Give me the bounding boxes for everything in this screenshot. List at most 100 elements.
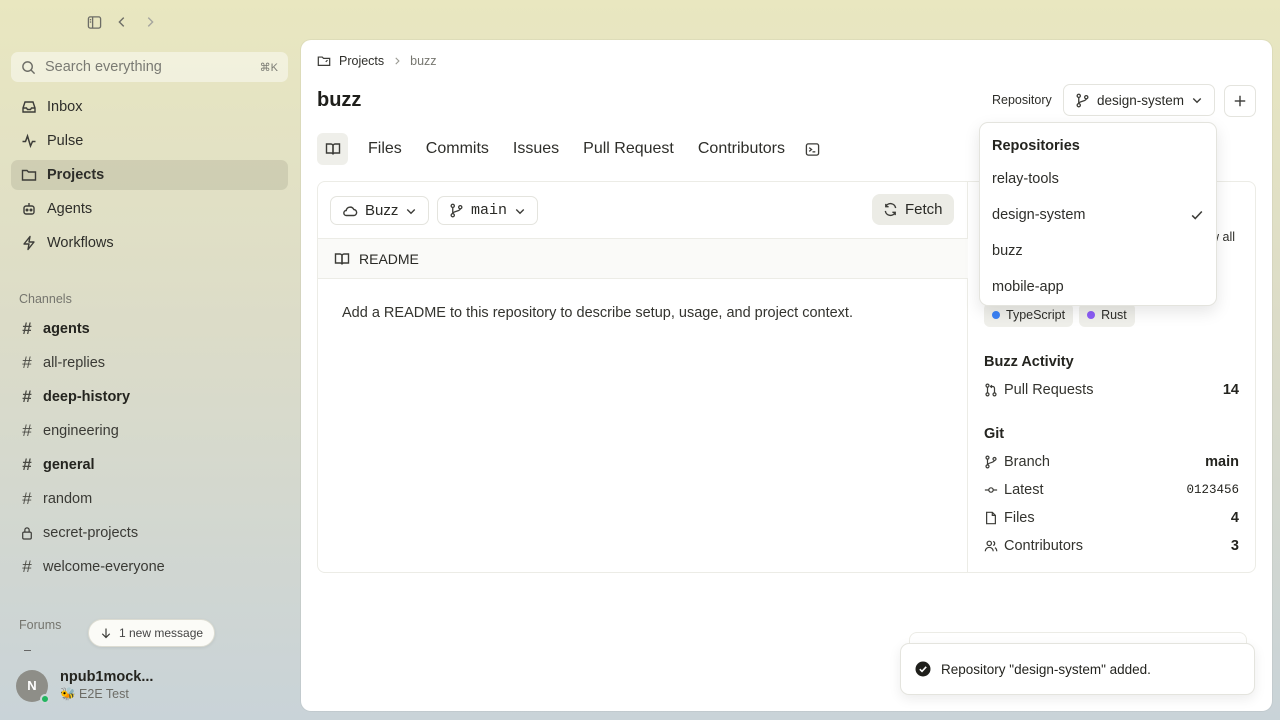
remote-select-button[interactable]: Buzz [330,196,430,225]
fetch-label: Fetch [905,201,943,218]
git-heading: Git [984,426,1005,442]
hash-icon: # [22,557,32,576]
nav-item-agents[interactable]: Agents [11,194,288,224]
page-title: buzz [317,89,362,111]
channel-name: agents [43,321,90,337]
nav-item-projects[interactable]: Projects [11,160,288,190]
repository-selected: design-system [1097,92,1185,108]
toast-notification[interactable]: Repository "design-system" added. [900,643,1255,695]
repository-label: Repository [992,93,1052,107]
nav-label: Agents [47,201,93,217]
git-branch-row: Branch main [984,454,1239,470]
row-value: 0123456 [1186,483,1239,497]
new-message-button[interactable]: 1 new message [88,619,216,647]
tab-pull-request[interactable]: Pull Request [571,133,686,165]
user-profile[interactable]: N npub1mock... 🐝 E2E Test [16,669,154,704]
row-label: Branch [1004,454,1050,470]
lock-icon [21,526,33,540]
primary-nav: Inbox Pulse Projects Agents Workflows [11,92,288,262]
inbox-icon [21,99,37,115]
branch-select-button[interactable]: main [437,196,539,225]
bolt-icon [21,235,37,251]
hash-icon: # [22,387,32,406]
row-value: 14 [1222,382,1239,398]
channel-item[interactable]: # all-replies [11,348,288,378]
arrow-down-icon [100,627,112,639]
readme-header: README [318,238,968,279]
refresh-icon [883,202,898,217]
channel-name: deep-history [43,389,131,405]
remote-label: Buzz [365,202,399,219]
row-label: Pull Requests [1004,382,1094,398]
language-tags: TypeScript Rust [984,303,1135,327]
nav-label: Inbox [47,99,83,115]
channel-item[interactable]: # random [11,484,288,514]
channel-name: random [43,491,93,507]
readme-title: README [359,250,419,267]
tab-issues[interactable]: Issues [501,133,571,165]
git-commit-icon [984,483,998,497]
search-icon [21,60,36,75]
dropdown-item-label: mobile-app [992,279,1064,295]
nav-label: Projects [47,167,105,183]
git-branch-icon [449,203,464,218]
pull-requests-row[interactable]: Pull Requests 14 [984,382,1239,398]
tab-files[interactable]: Files [356,133,414,165]
add-repository-button[interactable] [1224,85,1256,117]
row-value: main [1205,454,1239,470]
repository-select-button[interactable]: design-system [1063,84,1216,116]
readme-body: Add a README to this repository to descr… [342,305,853,321]
user-status: 🐝 E2E Test [60,687,129,701]
git-branch-icon [1075,93,1090,108]
check-icon [1190,208,1204,222]
forums-heading: Forums [19,618,62,632]
tab-commits[interactable]: Commits [414,133,501,165]
cloud-icon [342,203,358,219]
user-name: npub1mock... [60,669,154,685]
dropdown-item-buzz[interactable]: buzz [980,233,1216,269]
dropdown-item-relay-tools[interactable]: relay-tools [980,161,1216,197]
channel-item[interactable]: # agents [11,314,288,344]
row-label: Files [1004,510,1035,526]
hash-icon: # [22,489,32,508]
nav-item-workflows[interactable]: Workflows [11,228,288,258]
dropdown-item-mobile-app[interactable]: mobile-app [980,269,1216,305]
search-bar[interactable]: ⌘K [11,52,288,82]
search-input[interactable] [45,59,251,75]
row-label: Contributors [1004,538,1083,554]
tab-terminal[interactable] [797,133,828,165]
channel-item[interactable]: # engineering [11,416,288,446]
language-color-dot [1087,311,1096,319]
language-name: Rust [1101,308,1127,322]
avatar: N [16,669,50,704]
channel-item[interactable]: # deep-history [11,382,288,412]
check-circle-icon [915,661,931,677]
language-name: TypeScript [1006,308,1066,322]
breadcrumb-current: buzz [410,54,437,68]
fetch-button[interactable]: Fetch [872,194,954,225]
chevron-down-icon [514,205,526,217]
git-contributors-row: Contributors 3 [984,538,1239,554]
channel-item[interactable]: secret-projects [11,518,288,548]
chevron-down-icon [405,205,417,217]
dropdown-item-label: buzz [992,243,1023,259]
dropdown-item-design-system[interactable]: design-system [980,197,1216,233]
channel-item[interactable]: # welcome-everyone [11,552,288,582]
folder-icon [317,54,331,68]
toast-message: Repository "design-system" added. [941,661,1151,677]
nav-item-pulse[interactable]: Pulse [11,126,288,156]
users-icon [984,539,998,553]
nav-item-inbox[interactable]: Inbox [11,92,288,122]
pulse-icon [21,133,37,149]
tab-contributors[interactable]: Contributors [686,133,797,165]
language-color-dot [992,311,1000,319]
tab-readme[interactable] [317,133,348,165]
breadcrumb-projects-link[interactable]: Projects [339,54,384,68]
channel-item[interactable]: # general [11,450,288,480]
avatar-initial: N [27,678,37,693]
terminal-icon [805,142,820,157]
row-label: Latest [1004,482,1044,498]
online-status-dot [40,693,50,704]
branch-label: main [471,202,508,219]
sidebar: ⌘K Inbox Pulse Projects Agents Workflows… [0,0,300,720]
